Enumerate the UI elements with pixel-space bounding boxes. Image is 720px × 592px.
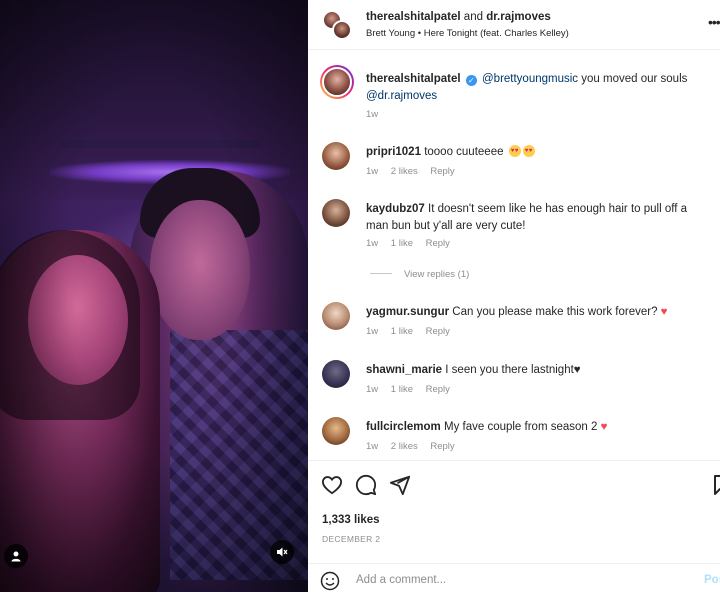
reply-button[interactable]: Reply bbox=[430, 441, 454, 452]
emoji-button[interactable] bbox=[320, 571, 340, 591]
avatar[interactable] bbox=[322, 360, 350, 388]
comment-username[interactable]: fullcirclemom bbox=[366, 421, 441, 433]
reply-button[interactable]: Reply bbox=[426, 238, 450, 249]
like-button[interactable] bbox=[320, 473, 344, 497]
likes-count[interactable]: 1,333 likes bbox=[322, 514, 380, 526]
post-media[interactable] bbox=[0, 0, 308, 592]
comment-meta: 1w 2 likes Reply bbox=[366, 166, 465, 177]
reply-button[interactable]: Reply bbox=[426, 326, 450, 337]
comment-username[interactable]: kaydubz07 bbox=[366, 203, 425, 215]
comment-meta: 1w 1 like Reply bbox=[366, 384, 460, 395]
speaker-muted-icon bbox=[277, 547, 288, 557]
author-link[interactable]: therealshitalpatel bbox=[366, 11, 461, 23]
avatar[interactable] bbox=[322, 302, 350, 330]
comment-username[interactable]: shawni_marie bbox=[366, 364, 442, 376]
comment-text: kaydubz07 It doesn't seem like he has en… bbox=[366, 201, 711, 235]
comment-input[interactable] bbox=[356, 571, 656, 589]
view-replies-button[interactable]: View replies (1) bbox=[366, 269, 469, 280]
comment-time[interactable]: 1w bbox=[366, 384, 378, 395]
reply-button[interactable]: Reply bbox=[430, 166, 454, 177]
more-icon[interactable]: ••• bbox=[708, 14, 720, 30]
comment-meta: 1w 1 like Reply bbox=[366, 326, 460, 337]
mute-button[interactable] bbox=[270, 540, 294, 564]
comment-body: Can you please make this work forever? bbox=[452, 306, 658, 318]
comment-time[interactable]: 1w bbox=[366, 238, 378, 249]
bookmark-icon bbox=[714, 475, 720, 495]
comment-body: toooo cuuteeee bbox=[424, 146, 504, 158]
avatar[interactable] bbox=[322, 142, 350, 170]
avatar[interactable] bbox=[322, 417, 350, 445]
comment-body: My fave couple from season 2 bbox=[443, 421, 598, 433]
photo-vignette bbox=[0, 0, 308, 592]
red-heart-emoji-icon: ♥ bbox=[660, 306, 668, 318]
comment-username[interactable]: yagmur.sungur bbox=[366, 306, 449, 318]
reply-button[interactable]: Reply bbox=[426, 384, 450, 395]
heart-eyes-emoji-icon bbox=[522, 145, 535, 157]
avatar[interactable] bbox=[320, 65, 354, 99]
comment-time[interactable]: 1w bbox=[366, 326, 378, 337]
save-button[interactable] bbox=[708, 473, 720, 497]
comment-likes[interactable]: 2 likes bbox=[391, 166, 418, 177]
author-link[interactable]: dr.rajmoves bbox=[486, 11, 551, 23]
replies-divider bbox=[370, 273, 392, 274]
post-button[interactable]: Post bbox=[704, 574, 720, 586]
comment-username[interactable]: pripri1021 bbox=[366, 146, 421, 158]
comment-text: pripri1021 toooo cuuteeee bbox=[366, 144, 711, 161]
comment-likes[interactable]: 1 like bbox=[391, 384, 413, 395]
post-actions: 1,333 likes DECEMBER 2 Post bbox=[308, 460, 720, 592]
post-date[interactable]: DECEMBER 2 bbox=[322, 534, 380, 544]
comment-text: yagmur.sungur Can you please make this w… bbox=[366, 304, 711, 321]
user-icon bbox=[11, 551, 21, 562]
comment-body: I seen you there lastnight bbox=[445, 364, 574, 376]
comment-likes[interactable]: 2 likes bbox=[391, 441, 418, 452]
red-heart-emoji-icon: ♥ bbox=[600, 421, 608, 433]
smiley-icon bbox=[320, 571, 340, 591]
author-names: therealshitalpatel and dr.rajmoves bbox=[366, 11, 551, 23]
post-header: therealshitalpatel and dr.rajmoves Brett… bbox=[308, 0, 720, 50]
comment-time[interactable]: 1w bbox=[366, 441, 378, 452]
comment-time[interactable]: 1w bbox=[366, 166, 378, 177]
mention-link[interactable]: @brettyoungmusic bbox=[482, 73, 578, 85]
post-detail-panel: therealshitalpatel and dr.rajmoves Brett… bbox=[308, 0, 720, 592]
comment-bubble-icon bbox=[355, 474, 377, 496]
share-button[interactable] bbox=[388, 473, 412, 497]
black-heart-emoji-icon: ♥ bbox=[573, 364, 581, 376]
caption-text: therealshitalpatel ✓ @brettyoungmusic yo… bbox=[366, 71, 711, 105]
caption-username[interactable]: therealshitalpatel bbox=[366, 73, 461, 85]
comment-meta: 1w 2 likes Reply bbox=[366, 441, 465, 452]
heart-outline-icon bbox=[321, 476, 343, 495]
comment-text: fullcirclemom My fave couple from season… bbox=[366, 419, 711, 436]
paper-plane-icon bbox=[389, 475, 411, 496]
and-text: and bbox=[463, 11, 483, 23]
mention-link[interactable]: @dr.rajmoves bbox=[366, 90, 437, 102]
timestamp[interactable]: 1w bbox=[366, 109, 378, 120]
audio-attribution[interactable]: Brett Young • Here Tonight (feat. Charle… bbox=[366, 28, 569, 39]
heart-eyes-emoji-icon bbox=[508, 145, 521, 157]
comment-button[interactable] bbox=[354, 473, 378, 497]
add-comment-row: Post bbox=[308, 563, 720, 592]
caption-body: you moved our souls bbox=[581, 73, 688, 85]
comment-text: shawni_marie I seen you there lastnight♥ bbox=[366, 362, 711, 379]
comment-meta: 1w 1 like Reply bbox=[366, 238, 460, 249]
comment-likes[interactable]: 1 like bbox=[391, 238, 413, 249]
avatar bbox=[332, 20, 352, 40]
tagged-users-button[interactable] bbox=[4, 544, 28, 568]
collab-avatars[interactable] bbox=[322, 10, 352, 40]
verified-icon: ✓ bbox=[465, 75, 477, 86]
comment-likes[interactable]: 1 like bbox=[391, 326, 413, 337]
avatar[interactable] bbox=[322, 199, 350, 227]
